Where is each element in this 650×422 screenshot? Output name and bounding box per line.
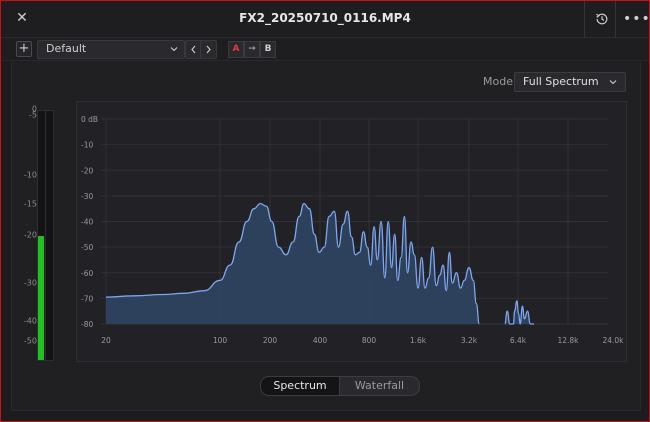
compare-b-button[interactable]: B — [260, 41, 276, 58]
meter-scale-label: -5 — [29, 110, 37, 120]
meter-scale-label: -20 — [23, 230, 37, 240]
mode-value: Full Spectrum — [523, 75, 599, 88]
x-tick-label: 1.6k — [410, 336, 427, 345]
x-tick-label: 400 — [313, 336, 328, 345]
level-meter-fill — [38, 236, 44, 360]
y-tick-label: -60 — [81, 269, 93, 278]
view-toggle: Spectrum Waterfall — [260, 376, 420, 396]
compare-a-button[interactable]: A — [228, 41, 244, 58]
x-tick-label: 24.0k — [602, 336, 624, 345]
level-meter — [37, 110, 54, 361]
y-tick-label: -30 — [81, 192, 93, 201]
add-preset-button[interactable]: + — [16, 41, 32, 57]
y-tick-label: -70 — [81, 294, 93, 303]
meter-scale-label: -50 — [23, 336, 37, 346]
y-tick-label: -10 — [81, 141, 93, 150]
spectrum-panel: 0 dB -10 -20 -30 -40 -50 -60 -70 -80 20 100 200 400 8… — [76, 101, 627, 362]
preset-toolbar: + Default A → B — [1, 38, 649, 61]
title-separator — [615, 1, 616, 37]
chevron-right-icon — [206, 45, 211, 54]
spectrum-chart: 0 dB -10 -20 -30 -40 -50 -60 -70 -80 20 100 200 400 8… — [81, 115, 624, 345]
tab-waterfall[interactable]: Waterfall — [340, 377, 419, 395]
next-preset-button[interactable] — [200, 40, 217, 59]
chevron-left-icon — [191, 45, 196, 54]
preset-dropdown[interactable]: Default — [37, 40, 185, 59]
preset-value: Default — [46, 42, 87, 55]
meter-scale-label: -40 — [23, 316, 37, 326]
level-meter-scale: 0 -5 -10 -15 -20 -30 -40 -50 — [17, 105, 37, 365]
x-tick-label: 200 — [263, 336, 278, 345]
x-tick-label: 3.2k — [461, 336, 478, 345]
x-tick-label: 100 — [213, 336, 228, 345]
copy-a-to-b-button[interactable]: → — [244, 41, 260, 58]
y-tick-label: -40 — [81, 218, 93, 227]
x-tick-label: 12.8k — [557, 336, 579, 345]
reset-history-icon[interactable] — [595, 12, 609, 26]
chevron-down-icon — [170, 47, 178, 52]
y-tick-label: -80 — [81, 320, 93, 329]
title-separator — [584, 1, 585, 37]
y-tick-label: 0 dB — [81, 115, 98, 124]
mode-label: Mode — [483, 75, 513, 88]
meter-scale-label: -10 — [23, 170, 37, 180]
y-tick-label: -20 — [81, 166, 93, 175]
x-tick-label: 6.4k — [510, 336, 527, 345]
x-tick-label: 20 — [101, 336, 111, 345]
y-tick-label: -50 — [81, 243, 93, 252]
meter-channel-divider — [45, 111, 46, 360]
window-title: FX2_20250710_0116.MP4 — [239, 11, 411, 25]
more-options-icon[interactable]: ••• — [623, 11, 650, 27]
mode-dropdown[interactable]: Full Spectrum — [514, 72, 626, 92]
tab-spectrum[interactable]: Spectrum — [261, 377, 340, 395]
chevron-down-icon — [609, 80, 617, 85]
meter-scale-label: -30 — [23, 278, 37, 288]
spectrum-line-1 — [504, 300, 535, 325]
meter-scale-label: -15 — [23, 199, 37, 209]
x-tick-label: 800 — [362, 336, 377, 345]
title-bar: ✕ FX2_20250710_0116.MP4 ••• — [1, 1, 650, 38]
